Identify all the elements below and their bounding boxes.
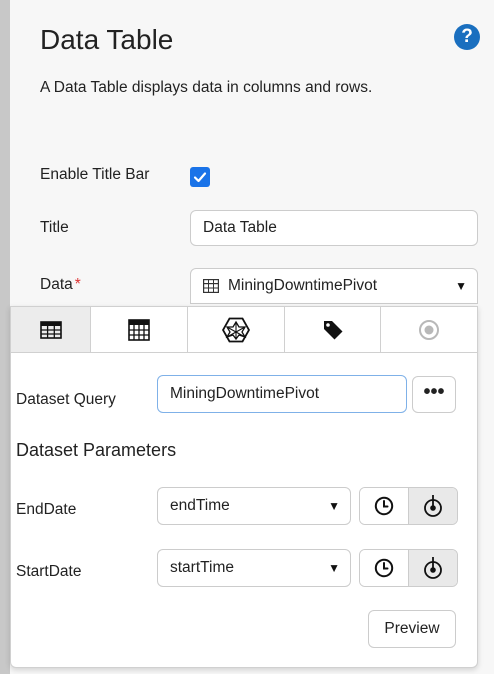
param-mode-group-enddate <box>359 487 458 525</box>
param-time-button-startdate[interactable] <box>360 550 408 586</box>
pin-dial-icon <box>424 495 442 517</box>
page-description: A Data Table displays data in columns an… <box>40 79 373 96</box>
param-value-startdate: startTime <box>170 559 235 576</box>
popup-tab-bar <box>11 307 477 353</box>
more-options-button[interactable]: ••• <box>412 376 456 413</box>
enable-title-bar-label: Enable Title Bar <box>40 166 150 183</box>
title-label: Title <box>40 219 69 236</box>
enable-title-bar-checkbox[interactable] <box>190 167 210 187</box>
tab-table[interactable] <box>11 307 91 352</box>
dataset-query-label: Dataset Query <box>16 391 116 408</box>
data-source-value: MiningDowntimePivot <box>228 277 378 294</box>
dataset-parameters-heading: Dataset Parameters <box>16 440 177 460</box>
checkmark-icon <box>193 172 207 183</box>
dataset-query-input[interactable]: MiningDowntimePivot <box>157 375 407 413</box>
param-select-startdate[interactable]: startTime ▼ <box>157 549 351 587</box>
param-label-startdate: StartDate <box>16 563 82 580</box>
tab-hexagon[interactable] <box>188 307 285 352</box>
chevron-down-icon: ▼ <box>328 499 340 513</box>
required-mark: * <box>74 276 81 293</box>
chevron-down-icon: ▼ <box>328 561 340 575</box>
left-scroll-strip <box>0 0 10 674</box>
data-source-select[interactable]: MiningDowntimePivot ▼ <box>190 268 478 304</box>
tab-target[interactable] <box>381 307 477 352</box>
param-pin-button-enddate[interactable] <box>408 488 457 524</box>
page-title: Data Table <box>40 24 174 55</box>
param-select-enddate[interactable]: endTime ▼ <box>157 487 351 525</box>
table-icon <box>39 320 62 339</box>
target-icon <box>419 319 439 340</box>
param-time-button-enddate[interactable] <box>360 488 408 524</box>
data-source-popup: Dataset Query MiningDowntimePivot ••• Da… <box>10 306 478 668</box>
chevron-down-icon: ▼ <box>455 279 467 293</box>
clock-icon <box>374 496 394 516</box>
title-input[interactable]: Data Table <box>190 210 478 246</box>
hexagon-pattern-icon <box>222 317 250 342</box>
tag-icon <box>323 320 342 339</box>
pin-dial-icon <box>424 557 442 579</box>
calculator-grid-icon <box>128 318 150 341</box>
tab-calculated[interactable] <box>91 307 188 352</box>
help-icon[interactable]: ? <box>454 24 480 50</box>
data-label: Data * <box>40 276 81 294</box>
tab-tags[interactable] <box>285 307 381 352</box>
clock-icon <box>374 558 394 578</box>
param-value-enddate: endTime <box>170 497 230 514</box>
data-label-text: Data <box>40 276 73 293</box>
preview-button[interactable]: Preview <box>368 610 456 648</box>
table-icon <box>203 279 219 293</box>
param-pin-button-startdate[interactable] <box>408 550 457 586</box>
properties-panel: Data Table ? A Data Table displays data … <box>10 0 494 674</box>
param-label-enddate: EndDate <box>16 501 77 518</box>
param-mode-group-startdate <box>359 549 458 587</box>
